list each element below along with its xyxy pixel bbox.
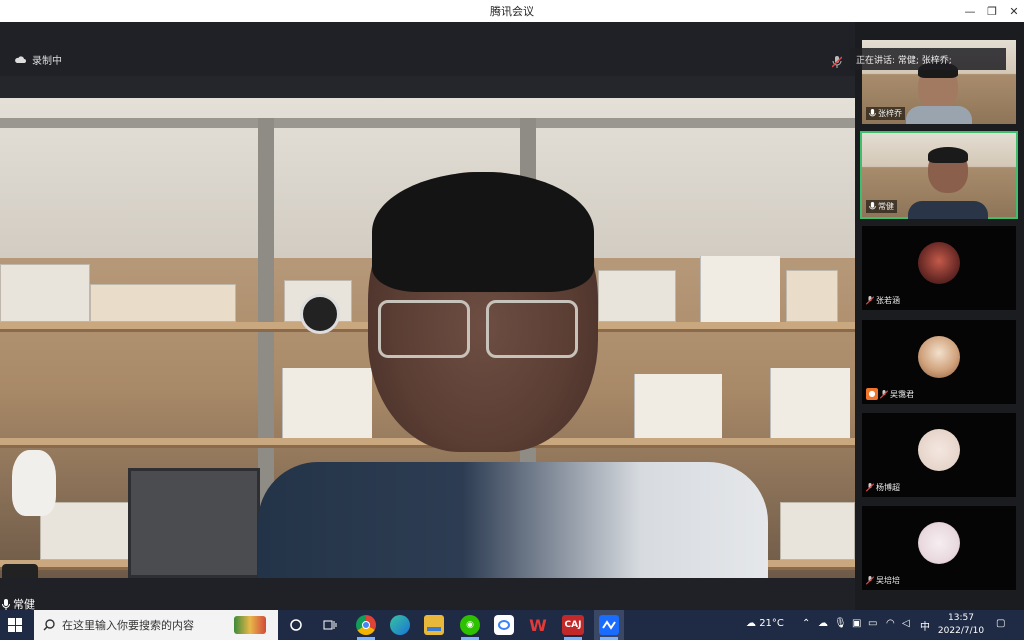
edge-icon[interactable] — [390, 615, 410, 635]
participant-shirt — [906, 106, 972, 124]
participant-avatar — [918, 429, 960, 471]
book-row — [634, 374, 722, 438]
task-view-icon[interactable] — [320, 615, 340, 635]
wifi-tray-icon[interactable]: ◠ — [886, 618, 895, 629]
storage-box — [598, 270, 676, 322]
recording-label: 录制中 — [32, 56, 62, 67]
cloud-icon — [15, 56, 26, 63]
storage-box — [0, 264, 90, 322]
mic-muted-icon — [866, 296, 874, 305]
top-toolbar — [0, 22, 855, 76]
speaking-indicator: 正在讲话: 常健; 张梓乔; — [850, 48, 1006, 70]
weather-icon: ☁ — [746, 618, 756, 629]
camera-prop — [2, 564, 38, 578]
participant-tile[interactable]: ● 吴霭君 — [862, 320, 1016, 404]
cloud-tray-icon[interactable]: ☁ — [818, 618, 828, 629]
participant-label: 杨博超 — [866, 482, 900, 493]
taskbar: 在这里输入你要搜索的内容 ◉ W CAJ ☁ 21°C ⌃ ☁ 🎙 ▣ ▭ ◠ … — [0, 610, 1024, 640]
participant-tile[interactable]: 杨博超 — [862, 413, 1016, 497]
shelf-beam — [0, 118, 855, 128]
participant-name: 张若涵 — [876, 296, 900, 305]
recording-indicator[interactable]: 录制中 — [14, 52, 62, 67]
participant-name: 吴霭君 — [890, 389, 914, 399]
participant-label: 张若涵 — [866, 295, 900, 306]
caj-label: CAJ — [564, 620, 582, 630]
participant-shirt — [908, 201, 988, 219]
search-highlight-icon — [234, 616, 266, 634]
speaking-text: 正在讲话: 常健; 张梓乔; — [856, 55, 952, 66]
notification-icon[interactable]: ▢ — [996, 618, 1005, 629]
participant-label: 常健 — [866, 200, 897, 213]
mic-muted-icon — [866, 483, 874, 492]
participant-hair — [928, 147, 968, 163]
participant-name: 张梓乔 — [878, 109, 902, 118]
participant-label: 吴培培 — [866, 575, 900, 586]
vase — [12, 450, 56, 516]
participant-tile[interactable]: 常健 — [860, 131, 1018, 219]
weather-widget[interactable]: ☁ 21°C — [746, 618, 784, 629]
participant-label: 张梓乔 — [866, 107, 905, 120]
mic-muted-icon — [880, 389, 888, 399]
weather-temp: 21°C — [759, 618, 784, 629]
close-button[interactable]: ✕ — [1002, 0, 1024, 22]
main-video[interactable] — [0, 98, 855, 578]
search-placeholder: 在这里输入你要搜索的内容 — [62, 619, 194, 632]
network-tray-icon[interactable]: ▣ — [852, 618, 861, 629]
clock-date: 2022/7/10 — [937, 626, 985, 636]
taskbar-search[interactable]: 在这里输入你要搜索的内容 — [34, 610, 278, 640]
microphone-tray-icon[interactable]: 🎙 — [834, 618, 847, 629]
participant-name: 杨博超 — [876, 483, 900, 492]
participant-name: 常健 — [878, 202, 894, 211]
participant-label: ● 吴霭君 — [866, 388, 914, 400]
wall-clock — [300, 294, 340, 334]
mic-muted-icon — [866, 576, 874, 585]
mic-icon — [869, 109, 876, 117]
speaker-glasses — [378, 300, 470, 358]
search-icon — [43, 619, 55, 631]
wechat-icon[interactable]: ◉ — [460, 615, 480, 635]
participant-tile[interactable]: 吴培培 — [862, 506, 1016, 590]
participant-avatar — [918, 522, 960, 564]
mic-icon — [2, 598, 10, 610]
main-speaker-name: 常健 — [13, 598, 35, 611]
mic-icon — [869, 202, 876, 210]
battery-tray-icon[interactable]: ▭ — [868, 618, 877, 629]
ime-indicator[interactable]: 中 — [920, 618, 930, 633]
participant-avatar — [918, 336, 960, 378]
participant-name: 吴培培 — [876, 576, 900, 585]
restore-button[interactable]: ❐ — [980, 0, 1004, 22]
speaker-shirt — [258, 462, 768, 578]
chevron-up-icon[interactable]: ⌃ — [802, 618, 810, 629]
book-row — [770, 368, 850, 438]
book-row — [282, 368, 372, 438]
book-stack — [786, 270, 838, 322]
participant-avatar — [918, 242, 960, 284]
main-stage: 录制中 — [0, 22, 855, 632]
taskbar-clock[interactable]: 13:57 2022/7/10 — [936, 612, 986, 638]
laptop-prop — [128, 468, 260, 578]
host-badge-icon: ● — [866, 388, 878, 400]
volume-tray-icon[interactable]: ◁ — [902, 618, 910, 629]
wps-icon[interactable]: W — [528, 615, 548, 635]
clock-time: 13:57 — [948, 613, 974, 623]
baidu-netdisk-icon[interactable] — [494, 615, 514, 635]
file-explorer-icon[interactable] — [424, 615, 444, 635]
windows-start-icon[interactable] — [8, 618, 22, 632]
participant-tile[interactable]: 张若涵 — [862, 226, 1016, 310]
speaker-glasses — [486, 300, 578, 358]
window-title: 腾讯会议 — [490, 5, 534, 18]
chrome-icon[interactable] — [356, 615, 376, 635]
cortana-circle-icon[interactable] — [286, 615, 306, 635]
storage-boxes — [780, 502, 855, 560]
main-speaker-label: 常健 — [2, 596, 35, 612]
mic-muted-icon[interactable] — [831, 53, 843, 72]
caj-viewer-icon[interactable]: CAJ — [562, 615, 584, 635]
book-row — [700, 256, 780, 322]
tencent-meeting-icon[interactable] — [599, 615, 619, 635]
minimize-button[interactable]: — — [958, 0, 982, 22]
speaker-hair — [372, 172, 594, 292]
title-bar: 腾讯会议 — [0, 0, 1024, 22]
book-stack — [90, 284, 236, 322]
